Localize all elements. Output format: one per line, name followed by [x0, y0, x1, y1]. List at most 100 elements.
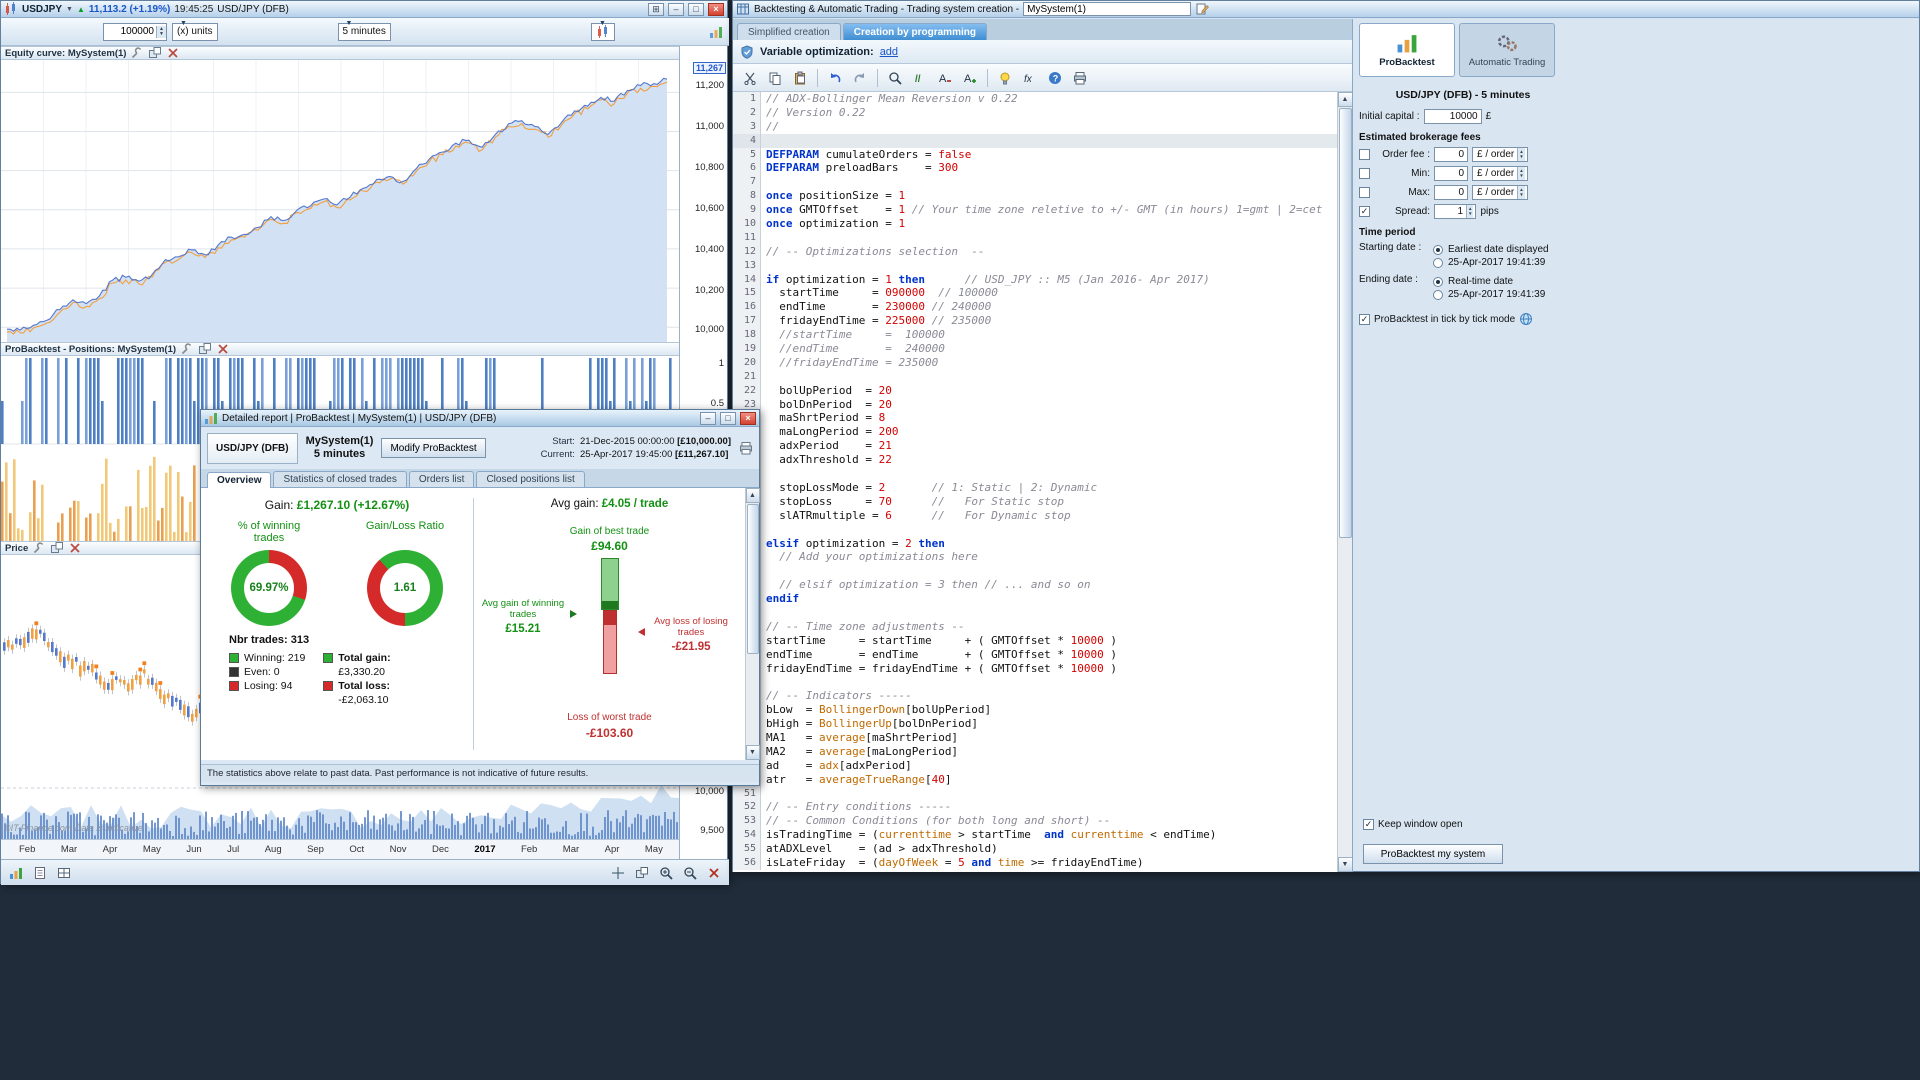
code-line[interactable]: 14if optimization = 1 then // USD_JPY ::… [733, 273, 1337, 287]
timeframe-select[interactable]: 5 minutes ▼ [338, 23, 391, 41]
fee-unit-select[interactable]: £ / order▲▼ [1472, 147, 1528, 162]
code-line[interactable]: 2// Version 0.22 [733, 106, 1337, 120]
fee-input[interactable]: 0 [1434, 185, 1468, 200]
code-line[interactable]: 36 // elsif optimization = 3 then // ...… [733, 578, 1337, 592]
code-line[interactable]: 29 stopLossMode = 2 // 1: Static | 2: Dy… [733, 481, 1337, 495]
crosshair-icon[interactable] [608, 863, 628, 883]
tab-simplified-creation[interactable]: Simplified creation [737, 23, 841, 40]
maximize-icon[interactable]: □ [688, 3, 704, 16]
code-line[interactable]: 16 endTime = 230000 // 240000 [733, 300, 1337, 314]
code-line[interactable]: 18 //startTime = 100000 [733, 328, 1337, 342]
tab-creation-by-programming[interactable]: Creation by programming [843, 23, 987, 40]
chart-type-select[interactable]: ▼ [591, 23, 615, 41]
panel-settings-icon[interactable] [32, 541, 46, 555]
reset-zoom-icon[interactable] [704, 863, 724, 883]
probacktest-my-system-button[interactable]: ProBacktest my system [1363, 844, 1503, 864]
insertfn-icon[interactable]: fx [1019, 67, 1041, 89]
initial-capital-input[interactable]: 10000 [1424, 109, 1482, 124]
maximize-icon[interactable]: □ [720, 412, 736, 425]
code-line[interactable]: 38 [733, 606, 1337, 620]
add-optimization-link[interactable]: add [880, 46, 898, 58]
code-line[interactable]: 52// -- Entry conditions ----- [733, 800, 1337, 814]
fee-input[interactable]: 0 [1434, 147, 1468, 162]
fontminus-icon[interactable]: A [934, 67, 956, 89]
code-line[interactable]: 54isTradingTime = (currenttime > startTi… [733, 828, 1337, 842]
scrollbar-thumb[interactable] [1339, 108, 1352, 538]
tab-probacktest[interactable]: ProBacktest [1359, 23, 1455, 77]
code-line[interactable]: 25 maLongPeriod = 200 [733, 425, 1337, 439]
tab-closed-positions-list[interactable]: Closed positions list [476, 471, 584, 487]
quantity-spin-icons[interactable]: ▲▼ [156, 26, 166, 38]
close-icon[interactable]: × [708, 3, 724, 16]
starting-date-radio[interactable] [1433, 245, 1443, 255]
layout-grid-icon[interactable] [54, 863, 74, 883]
code-line[interactable]: 30 stopLoss = 70 // For Static stop [733, 495, 1337, 509]
fee-unit-select[interactable]: £ / order▲▼ [1472, 185, 1528, 200]
tick-mode-checkbox[interactable]: ✓ [1359, 314, 1370, 325]
code-line[interactable]: 9once GMTOffset = 1 // Your time zone re… [733, 203, 1337, 217]
code-line[interactable]: 6DEFPARAM preloadBars = 300 [733, 161, 1337, 175]
copy-icon[interactable] [764, 67, 786, 89]
indicator-icon[interactable] [709, 25, 723, 39]
code-line[interactable]: 47MA1 = average[maShrtPeriod] [733, 731, 1337, 745]
panel-popout-icon[interactable] [50, 541, 64, 555]
code-line[interactable]: 28 [733, 467, 1337, 481]
zoom-out-icon[interactable] [680, 863, 700, 883]
code-line[interactable]: 39// -- Time zone adjustments -- [733, 620, 1337, 634]
scrollbar-thumb[interactable] [747, 504, 759, 654]
backtesting-window-titlebar[interactable]: Backtesting & Automatic Trading - Tradin… [733, 1, 1919, 18]
detach-icon[interactable] [632, 863, 652, 883]
code-line[interactable]: 3// [733, 120, 1337, 134]
close-icon[interactable]: × [740, 412, 756, 425]
code-line[interactable]: 40startTime = startTime + ( GMTOffset * … [733, 634, 1337, 648]
print-icon[interactable] [739, 441, 753, 455]
fee-checkbox[interactable] [1359, 187, 1370, 198]
fee-unit-select[interactable]: £ / order▲▼ [1472, 166, 1528, 181]
code-line[interactable]: 49ad = adx[adxPeriod] [733, 759, 1337, 773]
tab-orders-list[interactable]: Orders list [409, 471, 475, 487]
search-icon[interactable] [884, 67, 906, 89]
notes-icon[interactable] [30, 863, 50, 883]
report-titlebar[interactable]: Detailed report | ProBacktest | MySystem… [201, 410, 759, 427]
code-line[interactable]: 44// -- Indicators ----- [733, 689, 1337, 703]
code-line[interactable]: 43 [733, 675, 1337, 689]
minimize-icon[interactable]: – [700, 412, 716, 425]
units-select[interactable]: (x) units ▼ [172, 23, 218, 41]
code-line[interactable]: 11 [733, 231, 1337, 245]
chart-window-titlebar[interactable]: USDJPY ▼ ▲ 11,113.2 (+1.19%) 19:45:25 US… [1, 1, 727, 18]
panel-close-icon[interactable] [166, 46, 180, 60]
minimize-icon[interactable]: – [668, 3, 684, 16]
code-line[interactable]: 53// -- Common Conditions (for both long… [733, 814, 1337, 828]
hint-icon[interactable] [994, 67, 1016, 89]
scroll-down-icon[interactable]: ▼ [1338, 857, 1353, 872]
code-line[interactable]: 34 // Add your optimizations here [733, 550, 1337, 564]
code-line[interactable]: 13 [733, 259, 1337, 273]
rename-icon[interactable] [1195, 2, 1209, 16]
fontplus-icon[interactable]: A [959, 67, 981, 89]
code-line[interactable]: 17 fridayEndTime = 225000 // 235000 [733, 314, 1337, 328]
zoom-in-icon[interactable] [656, 863, 676, 883]
ending-date-radio[interactable] [1433, 277, 1443, 287]
starting-date-radio[interactable] [1433, 258, 1443, 268]
panel-settings-icon[interactable] [180, 342, 194, 356]
code-line[interactable]: 41endTime = endTime + ( GMTOffset * 1000… [733, 648, 1337, 662]
tab-automatic-trading[interactable]: Automatic Trading [1459, 23, 1555, 77]
code-line[interactable]: 19 //endTime = 240000 [733, 342, 1337, 356]
code-line[interactable]: 26 adxPeriod = 21 [733, 439, 1337, 453]
tab-statistics-of-closed-trades[interactable]: Statistics of closed trades [273, 471, 406, 487]
code-line[interactable]: 10once optimization = 1 [733, 217, 1337, 231]
code-line[interactable]: 22 bolUpPeriod = 20 [733, 384, 1337, 398]
print-icon[interactable] [1069, 67, 1091, 89]
quantity-stepper[interactable]: ▲▼ [103, 23, 167, 41]
code-line[interactable]: 15 startTime = 090000 // 100000 [733, 286, 1337, 300]
code-line[interactable]: 50atr = averageTrueRange[40] [733, 773, 1337, 787]
panel-close-icon[interactable] [216, 342, 230, 356]
code-line[interactable]: 51 [733, 787, 1337, 801]
code-line[interactable]: 32 [733, 523, 1337, 537]
code-line[interactable]: 48MA2 = average[maLongPeriod] [733, 745, 1337, 759]
scroll-up-icon[interactable]: ▲ [746, 488, 760, 503]
code-line[interactable]: 27 adxThreshold = 22 [733, 453, 1337, 467]
spread-checkbox[interactable]: ✓ [1359, 206, 1370, 217]
system-name-input[interactable] [1023, 2, 1191, 16]
code-area[interactable]: 1// ADX-Bollinger Mean Reversion v 0.222… [733, 92, 1352, 872]
